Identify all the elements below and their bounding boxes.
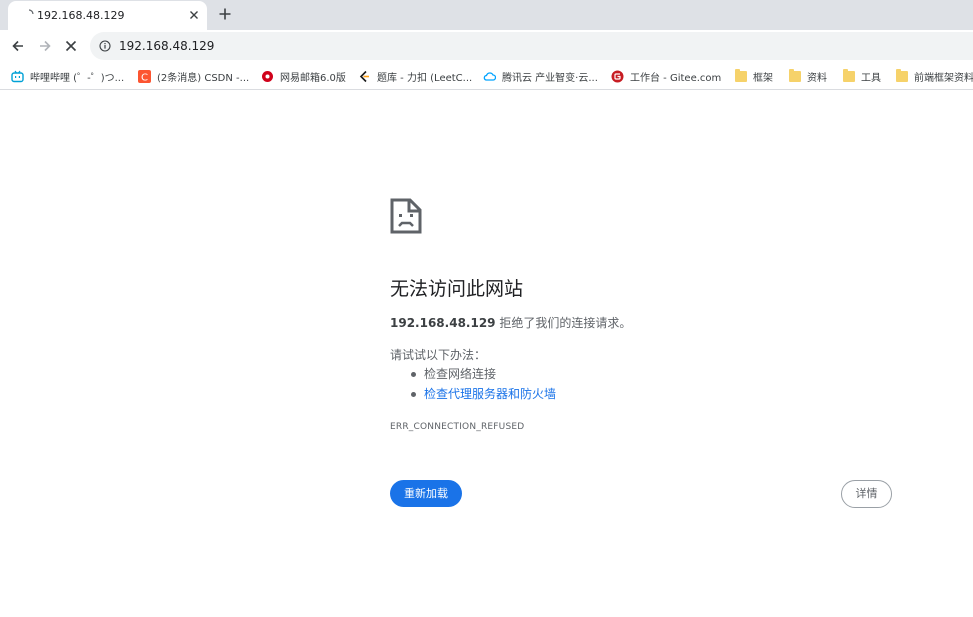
bookmark-label: (2条消息) CSDN -... xyxy=(157,72,250,84)
bookmark-label: 工作台 - Gitee.com xyxy=(630,72,722,84)
bookmark-label: 腾讯云 产业智变·云... xyxy=(502,72,598,84)
netease-mail-icon xyxy=(262,70,273,82)
bookmark-folder-frontend[interactable]: 前端框架资料 xyxy=(896,68,973,84)
bookmark-tencent-cloud[interactable]: 腾讯云 产业智变·云... xyxy=(483,68,598,84)
suggestion-check-proxy-link[interactable]: 检查代理服务器和防火墙 xyxy=(410,385,556,405)
error-host: 192.168.48.129 xyxy=(390,316,496,330)
bookmark-netease-mail[interactable]: 网易邮箱6.0版 xyxy=(261,68,346,84)
error-title: 无法访问此网站 xyxy=(390,278,524,300)
suggestions-list: 检查网络连接 检查代理服务器和防火墙 xyxy=(410,365,556,405)
url-text[interactable]: 192.168.48.129 xyxy=(119,39,214,53)
folder-icon xyxy=(735,68,747,82)
bookmarks-bar: 哔哩哔哩 (゜-゜)つ... C (2条消息) CSDN -... 网易邮箱6.… xyxy=(0,62,973,90)
tencent-cloud-icon xyxy=(483,71,496,81)
new-tab-icon[interactable] xyxy=(217,6,233,22)
bookmark-label: 前端框架资料 xyxy=(914,72,973,84)
folder-icon xyxy=(896,68,908,82)
site-info-icon[interactable] xyxy=(99,40,111,52)
bookmark-label: 哔哩哔哩 (゜-゜)つ... xyxy=(30,72,125,84)
bookmark-bilibili[interactable]: 哔哩哔哩 (゜-゜)つ... xyxy=(11,68,124,84)
bookmark-folder-framework[interactable]: 框架 xyxy=(735,68,773,84)
details-button[interactable]: 详情 xyxy=(841,480,892,508)
reload-button[interactable]: 重新加载 xyxy=(390,480,462,507)
toolbar: 192.168.48.129 xyxy=(0,30,973,62)
bookmark-gitee[interactable]: 工作台 - Gitee.com xyxy=(611,68,721,84)
bookmark-label: 工具 xyxy=(861,72,881,84)
close-tab-icon[interactable] xyxy=(187,8,201,22)
tab-title: 192.168.48.129 xyxy=(37,9,125,22)
bookmark-folder-tools[interactable]: 工具 xyxy=(843,68,881,84)
error-message: 拒绝了我们的连接请求。 xyxy=(495,316,632,330)
try-label: 请试试以下办法： xyxy=(390,348,487,362)
bookmark-label: 框架 xyxy=(753,72,773,84)
bookmark-label: 网易邮箱6.0版 xyxy=(280,72,346,84)
folder-icon xyxy=(789,68,801,82)
stop-loading-icon[interactable] xyxy=(63,38,79,54)
bookmark-csdn[interactable]: C (2条消息) CSDN -... xyxy=(138,68,249,84)
bookmark-label: 题库 - 力扣 (LeetC... xyxy=(377,72,473,84)
folder-icon xyxy=(843,68,855,82)
gitee-icon xyxy=(611,70,624,82)
svg-text:C: C xyxy=(141,72,148,83)
error-description: 192.168.48.129 拒绝了我们的连接请求。 xyxy=(390,314,631,331)
bilibili-icon xyxy=(11,70,24,82)
address-bar[interactable]: 192.168.48.129 xyxy=(90,32,973,60)
sad-page-icon xyxy=(390,198,422,234)
back-icon[interactable] xyxy=(10,38,26,54)
bookmark-label: 资料 xyxy=(807,72,827,84)
suggestion-check-network: 检查网络连接 xyxy=(410,365,556,385)
forward-icon[interactable] xyxy=(37,38,53,54)
bookmark-leetcode[interactable]: 题库 - 力扣 (LeetC... xyxy=(358,68,472,84)
tab-active[interactable]: 192.168.48.129 xyxy=(8,1,207,30)
bookmark-folder-resources[interactable]: 资料 xyxy=(789,68,827,84)
loading-icon xyxy=(28,9,34,15)
tab-strip: 192.168.48.129 xyxy=(0,0,973,30)
leetcode-icon xyxy=(359,70,369,82)
error-code: ERR_CONNECTION_REFUSED xyxy=(390,422,525,432)
csdn-icon: C xyxy=(138,69,151,83)
